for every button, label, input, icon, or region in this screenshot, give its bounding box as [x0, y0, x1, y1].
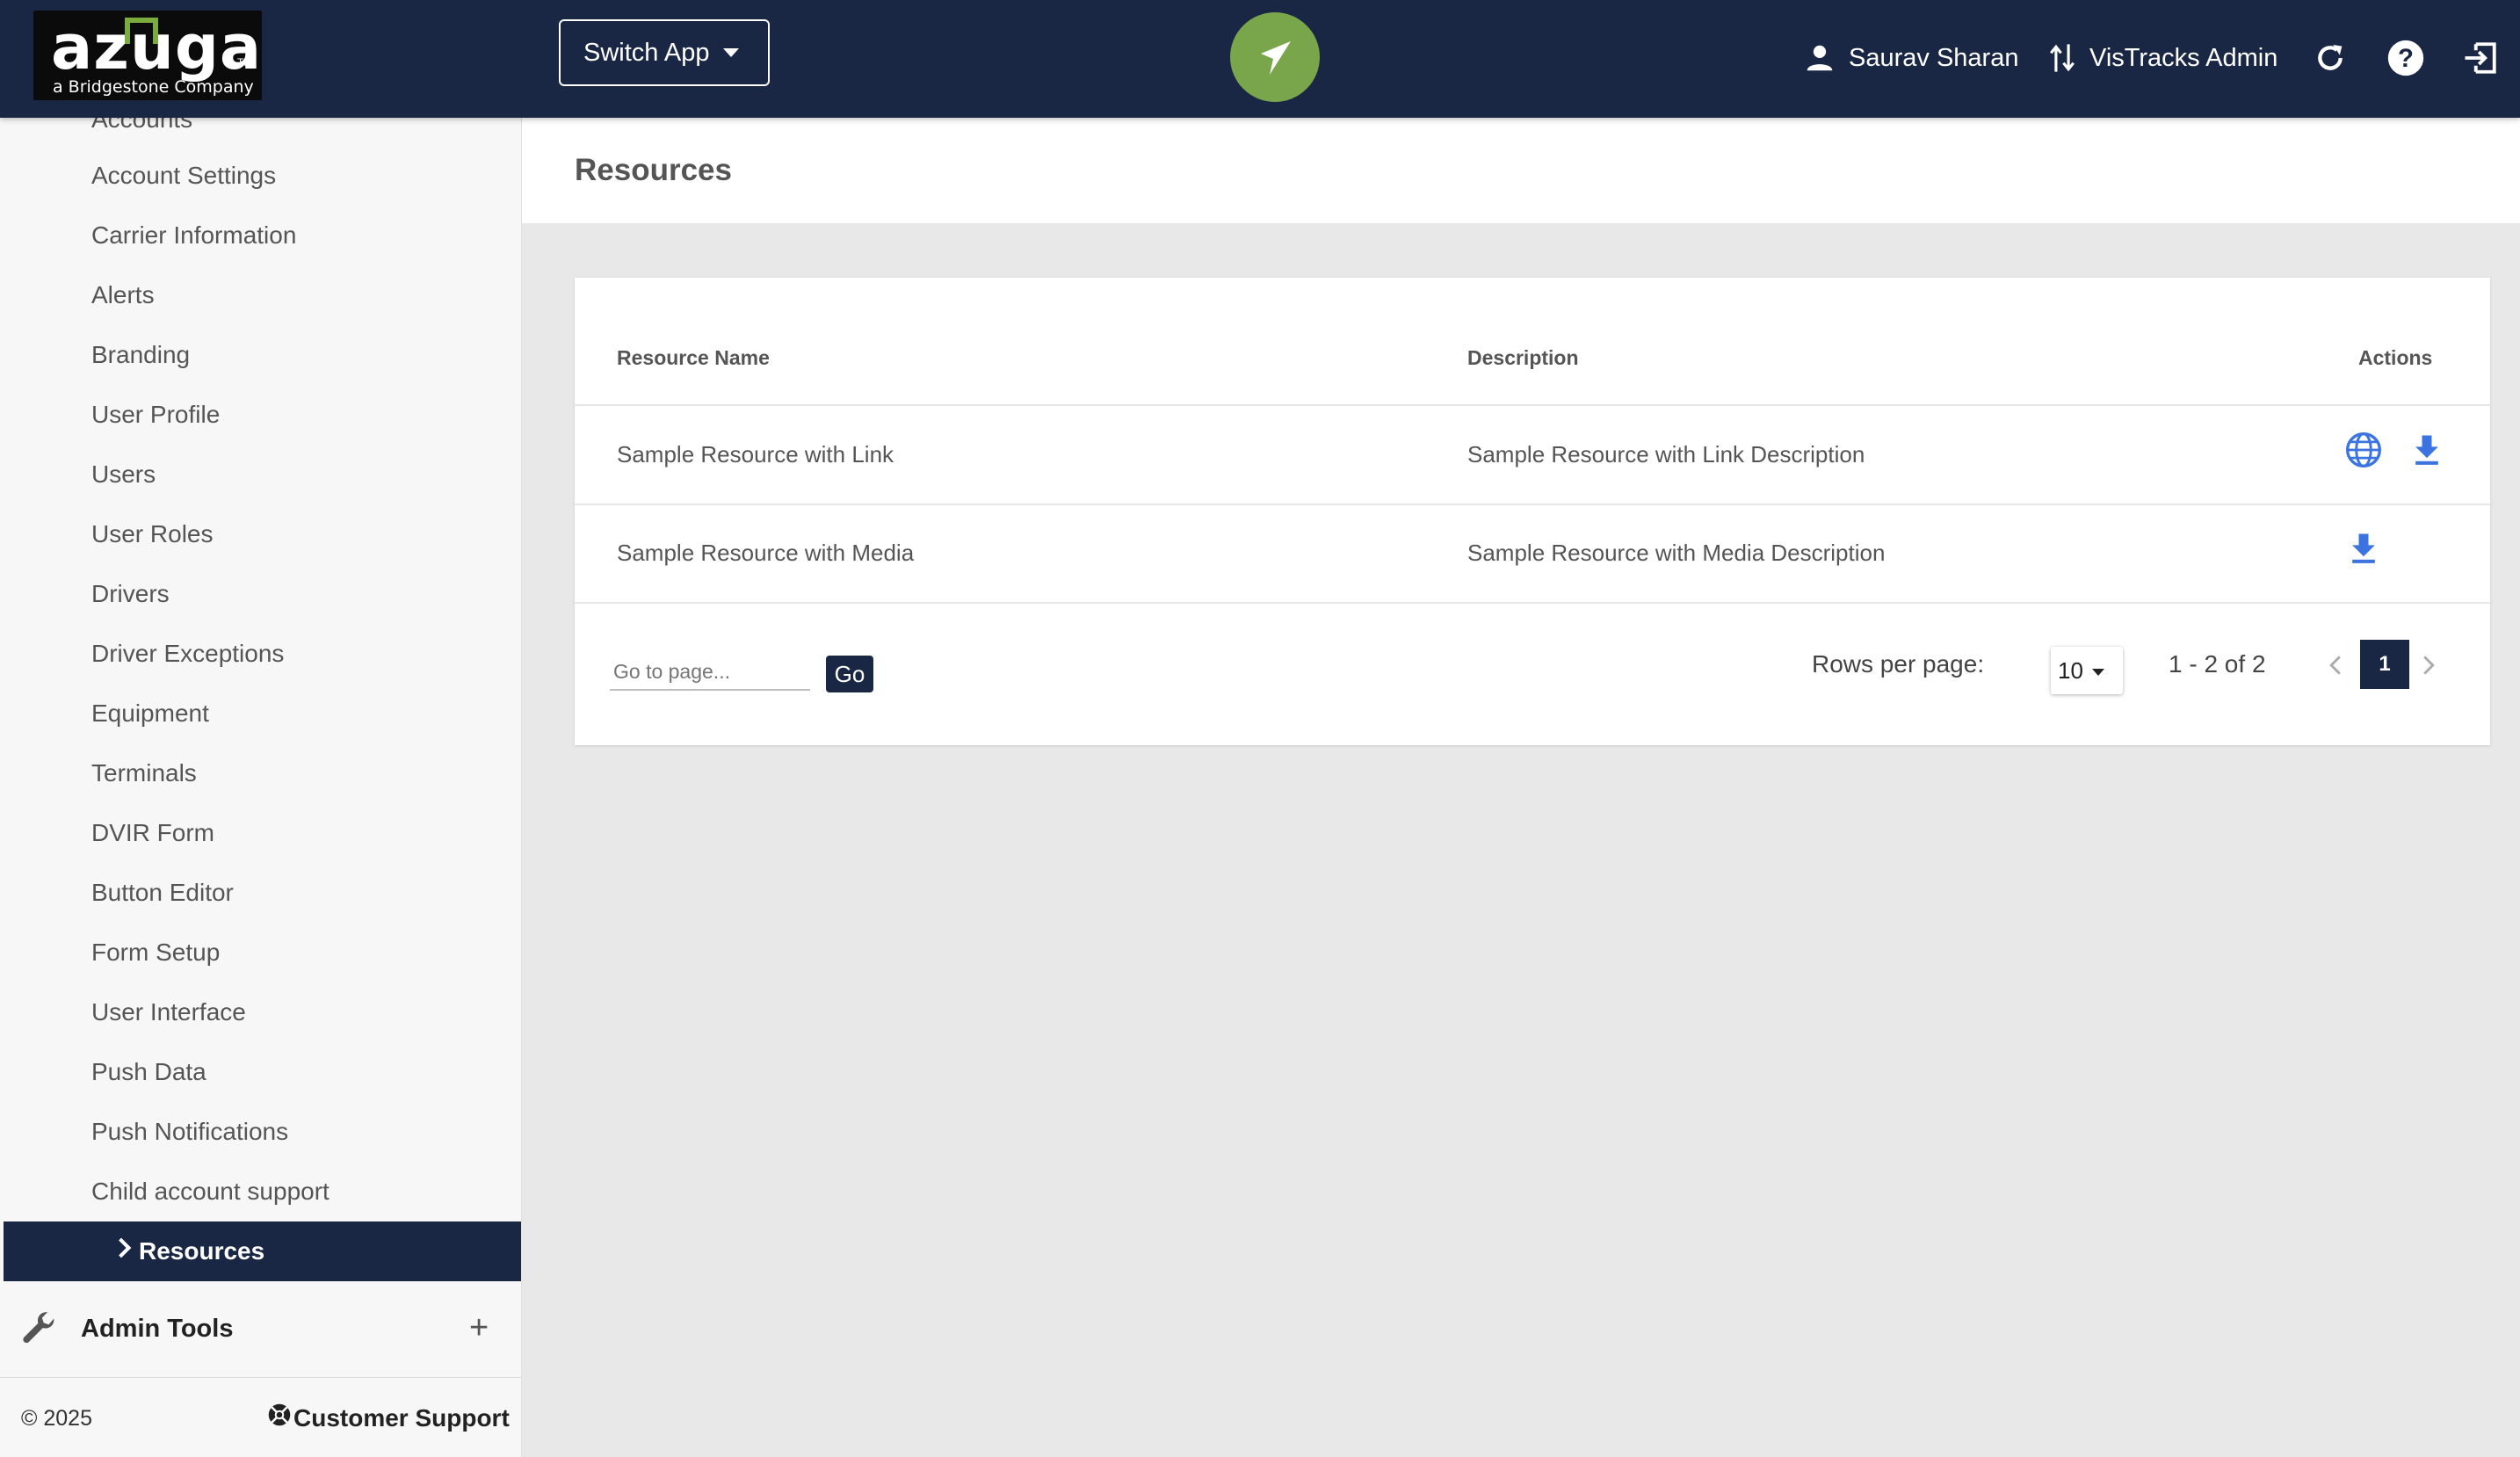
logo-accent [125, 18, 158, 44]
row-divider [575, 504, 2490, 505]
customer-support-link[interactable]: Customer Support [267, 1403, 510, 1433]
refresh-icon [2313, 40, 2348, 76]
download-icon[interactable] [2408, 431, 2446, 474]
support-lifebuoy-icon [267, 1403, 292, 1433]
caret-down-icon [723, 48, 740, 57]
row-divider [575, 602, 2490, 604]
go-to-page-input[interactable] [610, 654, 810, 691]
chevron-right-icon [111, 1237, 132, 1258]
sidebar-item-alerts[interactable]: Alerts [91, 281, 155, 309]
app-home-icon[interactable] [1230, 12, 1320, 102]
sidebar-item-user-interface[interactable]: User Interface [91, 998, 246, 1026]
admin-tools-section[interactable]: Admin Tools + [0, 1281, 521, 1378]
page-button-current[interactable]: 1 [2360, 640, 2409, 689]
sidebar-item-push-notifications[interactable]: Push Notifications [91, 1118, 288, 1146]
account-name: VisTracks Admin [2089, 43, 2278, 72]
svg-text:?: ? [2398, 44, 2414, 73]
sidebar-item-user-profile[interactable]: User Profile [91, 401, 220, 429]
switch-app-label: Switch App [583, 38, 710, 67]
sidebar-item-users[interactable]: Users [91, 460, 156, 489]
sidebar-item-accounts[interactable]: Accounts [91, 118, 192, 134]
resource-name-cell: Sample Resource with Link [617, 441, 894, 468]
wrench-icon [18, 1309, 60, 1354]
rows-per-page-label: Rows per page: [1812, 650, 1985, 678]
sidebar-item-resources[interactable]: Resources [4, 1221, 521, 1281]
sidebar-item-branding[interactable]: Branding [91, 341, 190, 369]
sidebar-item-driver-exceptions[interactable]: Driver Exceptions [91, 640, 284, 668]
user-name: Saurav Sharan [1849, 43, 2019, 72]
account-switcher[interactable]: VisTracks Admin [2047, 30, 2277, 86]
description-cell: Sample Resource with Link Description [1467, 441, 1865, 468]
resources-table-card: Resource Name Description Actions Sample… [575, 278, 2490, 745]
help-icon: ? [2386, 39, 2425, 77]
sidebar-item-form-setup[interactable]: Form Setup [91, 939, 220, 967]
logo-trademark: TM [237, 56, 253, 69]
top-header: azuga TM a Bridgestone Company Switch Ap… [0, 0, 2520, 118]
next-page-icon[interactable] [2420, 652, 2437, 678]
person-icon [1803, 41, 1836, 75]
resource-name-cell: Sample Resource with Media [617, 540, 915, 566]
caret-down-icon [2091, 669, 2104, 676]
customer-support-label: Customer Support [293, 1403, 510, 1432]
sidebar-item-drivers[interactable]: Drivers [91, 580, 170, 608]
sidebar-item-user-roles[interactable]: User Roles [91, 520, 213, 548]
sidebar-item-dvir-form[interactable]: DVIR Form [91, 819, 214, 847]
sidebar-item-terminals[interactable]: Terminals [91, 759, 197, 787]
logout-icon [2462, 40, 2499, 76]
sidebar-item-equipment[interactable]: Equipment [91, 700, 209, 728]
column-header-actions: Actions [2358, 346, 2433, 369]
header-divider [575, 404, 2490, 406]
description-cell: Sample Resource with Media Description [1467, 540, 1886, 566]
page-title: Resources [575, 153, 732, 187]
sidebar: Accounts Account Settings Carrier Inform… [0, 118, 522, 1457]
switch-account-icon [2047, 41, 2077, 75]
navigation-arrow-icon [1261, 41, 1291, 75]
previous-page-icon[interactable] [2327, 652, 2344, 678]
download-icon[interactable] [2344, 529, 2383, 572]
azuga-logo[interactable]: azuga TM a Bridgestone Company [33, 11, 262, 100]
sidebar-item-push-data[interactable]: Push Data [91, 1058, 206, 1086]
column-header-description: Description [1467, 346, 1579, 369]
refresh-button[interactable] [2313, 30, 2348, 86]
logo-subtitle: a Bridgestone Company [53, 77, 254, 97]
copyright-text: © 2025 [21, 1406, 92, 1431]
rows-per-page-select[interactable]: 10 [2051, 647, 2123, 694]
user-menu[interactable]: Saurav Sharan [1803, 30, 2018, 86]
sidebar-item-label: Resources [139, 1237, 265, 1265]
admin-tools-label: Admin Tools [81, 1315, 234, 1343]
expand-plus-icon[interactable]: + [469, 1309, 489, 1347]
help-button[interactable]: ? [2386, 30, 2425, 86]
sidebar-item-child-account-support[interactable]: Child account support [91, 1178, 329, 1206]
rows-per-page-value: 10 [2058, 656, 2083, 684]
switch-app-button[interactable]: Switch App [559, 19, 770, 86]
pagination-range: 1 - 2 of 2 [2169, 650, 2266, 678]
sidebar-item-account-settings[interactable]: Account Settings [91, 162, 276, 190]
column-header-resource-name: Resource Name [617, 346, 770, 369]
go-button[interactable]: Go [826, 656, 873, 692]
sidebar-item-button-editor[interactable]: Button Editor [91, 879, 234, 907]
logout-button[interactable] [2462, 30, 2499, 86]
globe-icon[interactable] [2344, 431, 2383, 474]
sidebar-item-carrier-information[interactable]: Carrier Information [91, 221, 296, 250]
page-header: Resources [522, 118, 2520, 223]
